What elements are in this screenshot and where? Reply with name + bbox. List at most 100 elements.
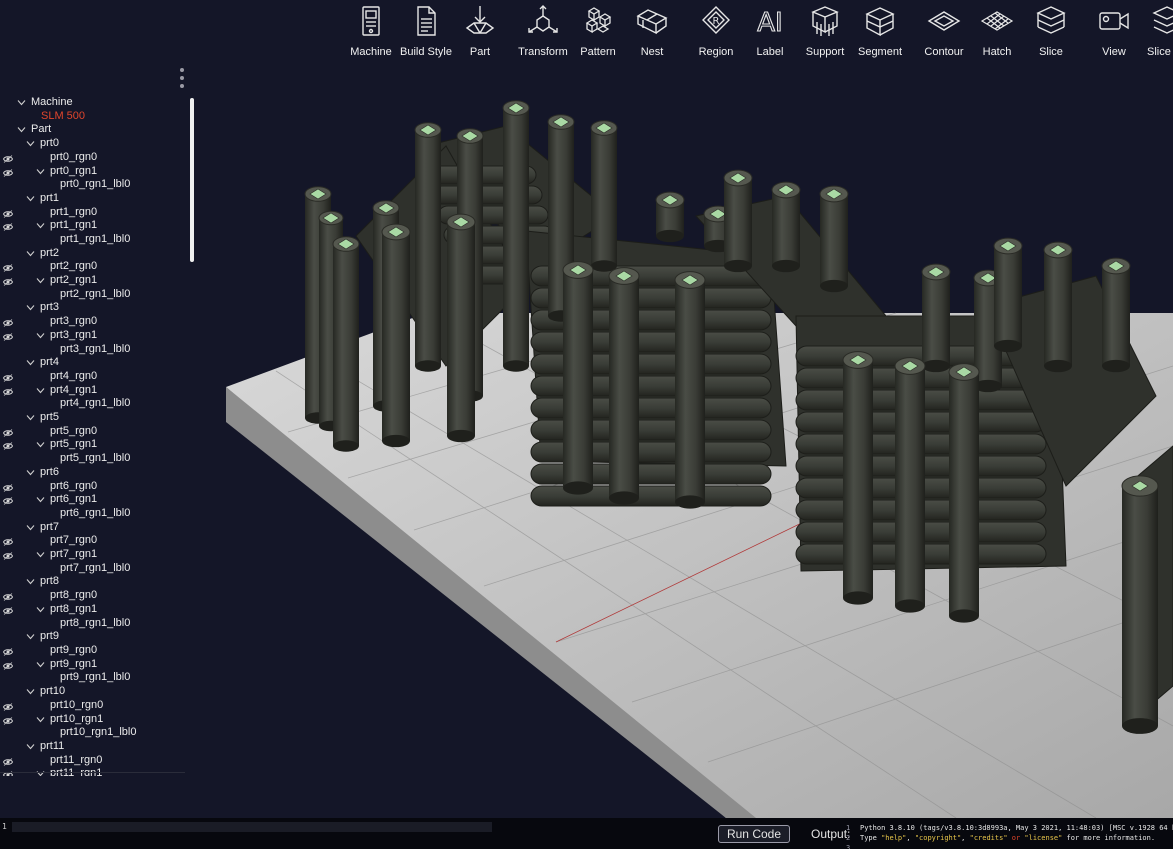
tree-node-label-item[interactable]: prt10_rgn1_lbl0 (0, 725, 186, 739)
toolbar-hatch[interactable]: Hatch (978, 4, 1016, 66)
tree-node-region[interactable]: prt10_rgn0 (0, 698, 186, 712)
tree-node-machine-value[interactable]: SLM 500 (0, 109, 186, 123)
tree-node-part[interactable]: Part (0, 122, 186, 136)
toolbar-part[interactable]: Part (460, 4, 500, 66)
visibility-toggle-icon[interactable] (2, 208, 14, 218)
run-code-button[interactable]: Run Code (718, 825, 790, 843)
toolbar-label[interactable]: AI Label (750, 4, 790, 66)
visibility-toggle-icon[interactable] (2, 153, 14, 163)
chevron-down-icon[interactable] (17, 97, 26, 106)
visibility-toggle-icon[interactable] (2, 317, 14, 327)
tree-node-region[interactable]: prt5_rgn1 (0, 437, 186, 451)
visibility-toggle-icon[interactable] (2, 660, 14, 670)
chevron-down-icon[interactable] (26, 302, 35, 311)
visibility-toggle-icon[interactable] (2, 550, 14, 560)
chevron-down-icon[interactable] (36, 275, 45, 284)
toolbar-nest[interactable]: Nest (632, 4, 672, 66)
tree-node-part-item[interactable]: prt6 (0, 465, 186, 479)
visibility-toggle-icon[interactable] (2, 495, 14, 505)
chevron-down-icon[interactable] (26, 631, 35, 640)
chevron-down-icon[interactable] (36, 166, 45, 175)
tree-node-region[interactable]: prt6_rgn0 (0, 479, 186, 493)
output-area[interactable]: 1 Python 3.8.10 (tags/v3.8.10:3d8993a, Ma… (846, 823, 1173, 849)
tree-node-part-item[interactable]: prt2 (0, 246, 186, 260)
visibility-toggle-icon[interactable] (2, 591, 14, 601)
visibility-toggle-icon[interactable] (2, 276, 14, 286)
tree-node-region[interactable]: prt9_rgn0 (0, 643, 186, 657)
tree-node-region[interactable]: prt4_rgn1 (0, 383, 186, 397)
chevron-down-icon[interactable] (36, 385, 45, 394)
tree-node-label-item[interactable]: prt0_rgn1_lbl0 (0, 177, 186, 191)
chevron-down-icon[interactable] (36, 659, 45, 668)
toolbar-region[interactable]: R Region (694, 4, 738, 66)
tree-node-region[interactable]: prt8_rgn1 (0, 602, 186, 616)
chevron-down-icon[interactable] (36, 439, 45, 448)
toolbar-segment[interactable]: Segment (856, 4, 904, 66)
toolbar-view[interactable]: View (1096, 4, 1132, 66)
tree-node-region[interactable]: prt7_rgn0 (0, 533, 186, 547)
visibility-toggle-icon[interactable] (2, 331, 14, 341)
tree-node-part-item[interactable]: prt10 (0, 684, 186, 698)
chevron-down-icon[interactable] (36, 330, 45, 339)
visibility-toggle-icon[interactable] (2, 756, 14, 766)
tree-node-region[interactable]: prt1_rgn1 (0, 218, 186, 232)
chevron-down-icon[interactable] (26, 357, 35, 366)
visibility-toggle-icon[interactable] (2, 221, 14, 231)
toolbar-support[interactable]: Support (802, 4, 848, 66)
chevron-down-icon[interactable] (26, 412, 35, 421)
tree-node-region[interactable]: prt8_rgn0 (0, 588, 186, 602)
tree-node-region[interactable]: prt9_rgn1 (0, 657, 186, 671)
tree-node-region[interactable]: prt0_rgn0 (0, 150, 186, 164)
chevron-down-icon[interactable] (26, 686, 35, 695)
tree-node-region[interactable]: prt5_rgn0 (0, 424, 186, 438)
visibility-toggle-icon[interactable] (2, 646, 14, 656)
visibility-toggle-icon[interactable] (2, 440, 14, 450)
chevron-down-icon[interactable] (36, 494, 45, 503)
tree-node-region[interactable]: prt10_rgn1 (0, 712, 186, 726)
tree-node-region[interactable]: prt3_rgn0 (0, 314, 186, 328)
chevron-down-icon[interactable] (26, 138, 35, 147)
tree-node-region[interactable]: prt2_rgn1 (0, 273, 186, 287)
tree-node-region[interactable]: prt11_rgn1 (0, 766, 186, 776)
visibility-toggle-icon[interactable] (2, 715, 14, 725)
visibility-toggle-icon[interactable] (2, 701, 14, 711)
tree-node-region[interactable]: prt4_rgn0 (0, 369, 186, 383)
toolbar-slice[interactable]: Slice (1032, 4, 1070, 66)
visibility-toggle-icon[interactable] (2, 372, 14, 382)
tree-node-part-item[interactable]: prt3 (0, 300, 186, 314)
toolbar-machine[interactable]: Machine (348, 4, 394, 66)
code-input[interactable] (12, 822, 492, 832)
toolbar-pattern[interactable]: Pattern (576, 4, 620, 66)
toolbar-slice-viewer[interactable]: Slice V (1146, 4, 1173, 66)
tree-node-region[interactable]: prt11_rgn0 (0, 753, 186, 767)
tree-node-label-item[interactable]: prt6_rgn1_lbl0 (0, 506, 186, 520)
tree-node-part-item[interactable]: prt9 (0, 629, 186, 643)
tree-node-part-item[interactable]: prt11 (0, 739, 186, 753)
toolbar-contour[interactable]: Contour (920, 4, 968, 66)
tree-node-part-item[interactable]: prt0 (0, 136, 186, 150)
tree-scrollbar[interactable] (190, 98, 194, 262)
tree-node-label-item[interactable]: prt7_rgn1_lbl0 (0, 561, 186, 575)
chevron-down-icon[interactable] (26, 576, 35, 585)
visibility-toggle-icon[interactable] (2, 482, 14, 492)
tree-node-region[interactable]: prt3_rgn1 (0, 328, 186, 342)
tree-node-part-item[interactable]: prt4 (0, 355, 186, 369)
chevron-down-icon[interactable] (36, 549, 45, 558)
visibility-toggle-icon[interactable] (2, 605, 14, 615)
chevron-down-icon[interactable] (36, 714, 45, 723)
tree-node-label-item[interactable]: prt8_rgn1_lbl0 (0, 616, 186, 630)
chevron-down-icon[interactable] (36, 604, 45, 613)
scene-canvas[interactable] (196, 66, 1173, 819)
tree-node-machine[interactable]: Machine (0, 95, 186, 109)
tree-node-label-item[interactable]: prt9_rgn1_lbl0 (0, 670, 186, 684)
tree-node-label-item[interactable]: prt3_rgn1_lbl0 (0, 342, 186, 356)
tree-node-label-item[interactable]: prt2_rgn1_lbl0 (0, 287, 186, 301)
visibility-toggle-icon[interactable] (2, 427, 14, 437)
visibility-toggle-icon[interactable] (2, 262, 14, 272)
chevron-down-icon[interactable] (26, 248, 35, 257)
chevron-down-icon[interactable] (26, 467, 35, 476)
tree-node-region[interactable]: prt6_rgn1 (0, 492, 186, 506)
toolbar-build-style[interactable]: Build Style (400, 4, 452, 66)
tree-node-part-item[interactable]: prt5 (0, 410, 186, 424)
tree-node-label-item[interactable]: prt4_rgn1_lbl0 (0, 396, 186, 410)
